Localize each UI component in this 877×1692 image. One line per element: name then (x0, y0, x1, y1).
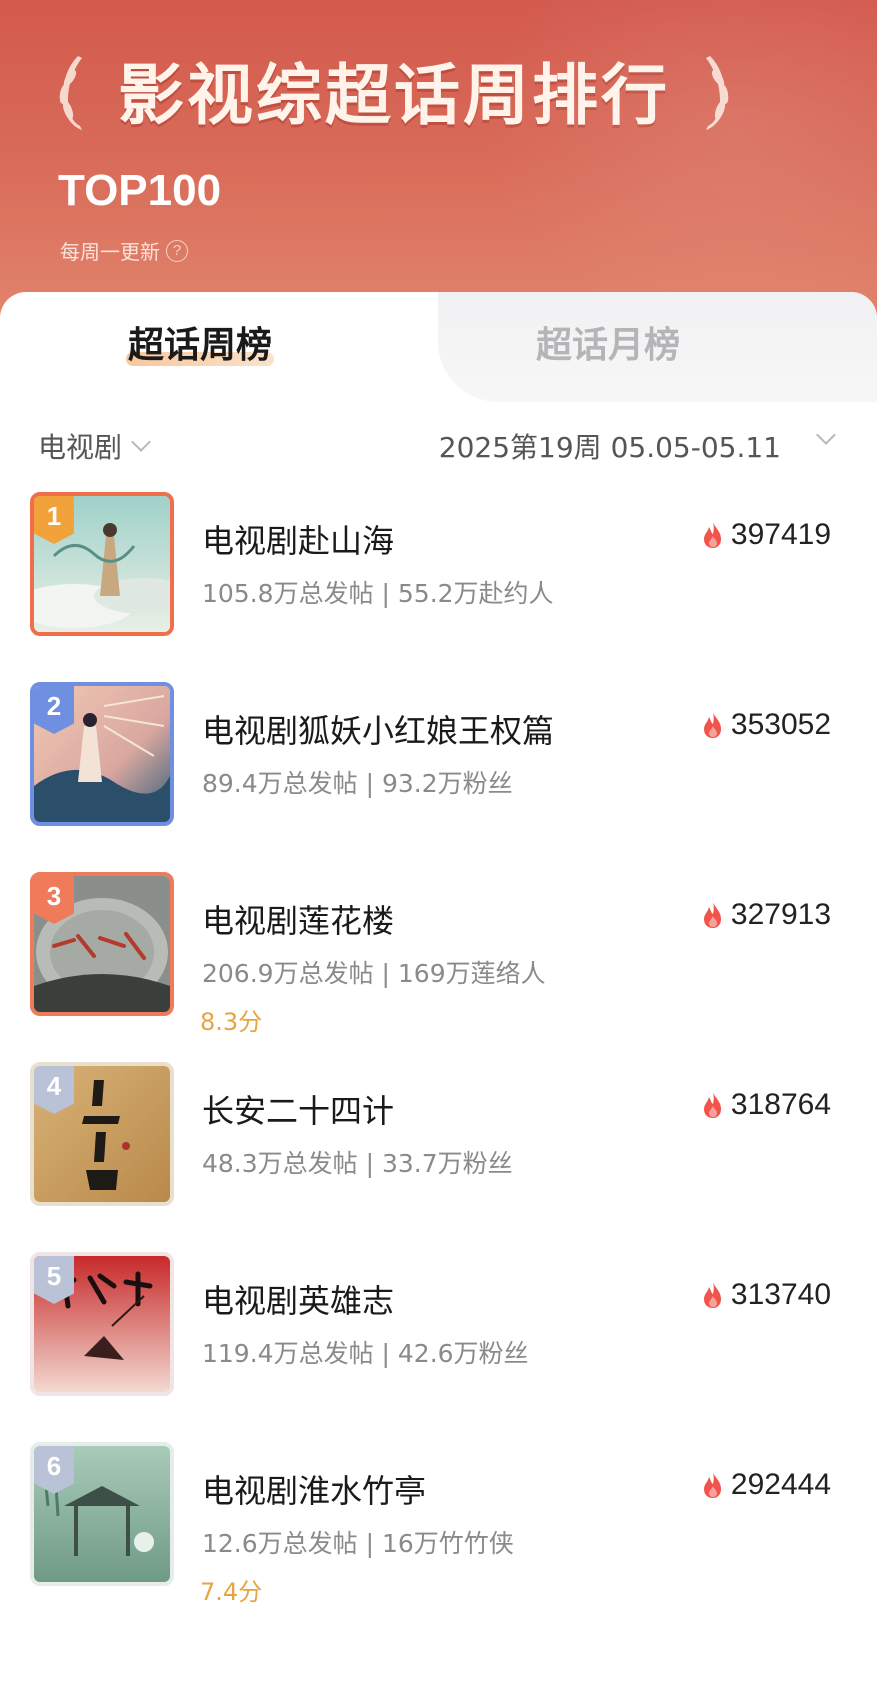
tab-weekly[interactable]: 超话周榜 (128, 316, 272, 368)
week-dropdown[interactable]: 2025第19周 05.05-05.11 (439, 426, 781, 466)
laurel-left-icon (59, 56, 82, 130)
heat-value: 318764 (730, 1088, 831, 1121)
list-item[interactable]: 4 长安二十四计 48.3万总发帖 | 33.7万粉丝 318764 (0, 1062, 877, 1252)
heat-score: 292444 (701, 1468, 831, 1502)
flame-icon (703, 712, 721, 738)
flame-icon (703, 1472, 721, 1498)
poster-thumbnail[interactable]: 3 (30, 872, 174, 1016)
header-banner: 影视综超话周排行 TOP100 每周一更新 ? (0, 0, 877, 340)
poster-thumbnail[interactable]: 5 (30, 1252, 174, 1396)
chevron-down-icon (131, 432, 151, 452)
list-item[interactable]: 5 电视剧英雄志 119.4万总发帖 | 42.6万粉丝 313740 (0, 1252, 877, 1442)
heat-score: 318764 (701, 1088, 831, 1122)
heat-score: 313740 (701, 1278, 831, 1312)
update-note-row: 每周一更新 ? (60, 236, 188, 265)
item-title[interactable]: 长安二十四计 (202, 1086, 394, 1132)
list-item[interactable]: 1 电视剧赴山海 105.8万总发帖 | 55.2万赴约人 397419 (0, 492, 877, 682)
item-title[interactable]: 电视剧莲花楼 (202, 896, 394, 942)
help-icon[interactable]: ? (166, 239, 188, 262)
flame-icon (703, 522, 721, 548)
item-meta: 105.8万总发帖 | 55.2万赴约人 (202, 579, 554, 608)
item-meta: 119.4万总发帖 | 42.6万粉丝 (202, 1339, 529, 1368)
item-title[interactable]: 电视剧赴山海 (202, 516, 394, 562)
heat-value: 397419 (730, 518, 831, 551)
heat-score: 353052 (701, 708, 831, 742)
item-title[interactable]: 电视剧狐妖小红娘王权篇 (202, 706, 554, 752)
heat-value: 313740 (730, 1278, 831, 1311)
list-item[interactable]: 6 电视剧淮水竹亭 12.6万总发帖 | 16万竹竹侠 7.4分 292444 (0, 1442, 877, 1632)
rating-score: 7.4分 (200, 1578, 263, 1606)
tab-bar: 超话周榜 超话月榜 (0, 292, 877, 402)
heat-value: 327913 (730, 898, 831, 931)
poster-thumbnail[interactable]: 2 (30, 682, 174, 826)
list-item[interactable]: 3 电视剧莲花楼 206.9万总发帖 | 169万莲络人 8.3分 327913 (0, 872, 877, 1062)
item-meta: 48.3万总发帖 | 33.7万粉丝 (202, 1149, 513, 1178)
filter-row: 电视剧 2025第19周 05.05-05.11 (0, 422, 877, 472)
category-label: 电视剧 (38, 431, 123, 464)
poster-thumbnail[interactable]: 4 (30, 1062, 174, 1206)
poster-thumbnail[interactable]: 1 (30, 492, 174, 636)
heat-value: 292444 (730, 1468, 831, 1501)
item-title[interactable]: 电视剧英雄志 (202, 1276, 394, 1322)
flame-icon (703, 1092, 721, 1118)
title-row: 影视综超话周排行 (48, 40, 740, 140)
heat-score: 327913 (701, 898, 831, 932)
chevron-down-icon[interactable] (816, 425, 836, 445)
page-title: 影视综超话周排行 (118, 57, 670, 134)
list-item[interactable]: 2 电视剧狐妖小红娘王权篇 89.4万总发帖 | 93.2万粉丝 353052 (0, 682, 877, 872)
heat-value: 353052 (730, 708, 831, 741)
rating-score: 8.3分 (200, 1008, 263, 1036)
update-note: 每周一更新 (60, 240, 160, 264)
item-meta: 12.6万总发帖 | 16万竹竹侠 (202, 1529, 514, 1558)
laurel-right-icon (706, 56, 729, 130)
item-title[interactable]: 电视剧淮水竹亭 (202, 1466, 426, 1512)
top100-label: TOP100 (58, 166, 222, 215)
item-meta: 206.9万总发帖 | 169万莲络人 (202, 959, 546, 988)
category-dropdown[interactable]: 电视剧 (38, 426, 151, 466)
poster-thumbnail[interactable]: 6 (30, 1442, 174, 1586)
heat-score: 397419 (701, 518, 831, 552)
ranking-card: 超话周榜 超话月榜 电视剧 2025第19周 05.05-05.11 1 电视剧… (0, 292, 877, 1692)
tab-monthly[interactable]: 超话月榜 (536, 316, 680, 368)
flame-icon (703, 1282, 721, 1308)
flame-icon (703, 902, 721, 928)
item-meta: 89.4万总发帖 | 93.2万粉丝 (202, 769, 513, 798)
